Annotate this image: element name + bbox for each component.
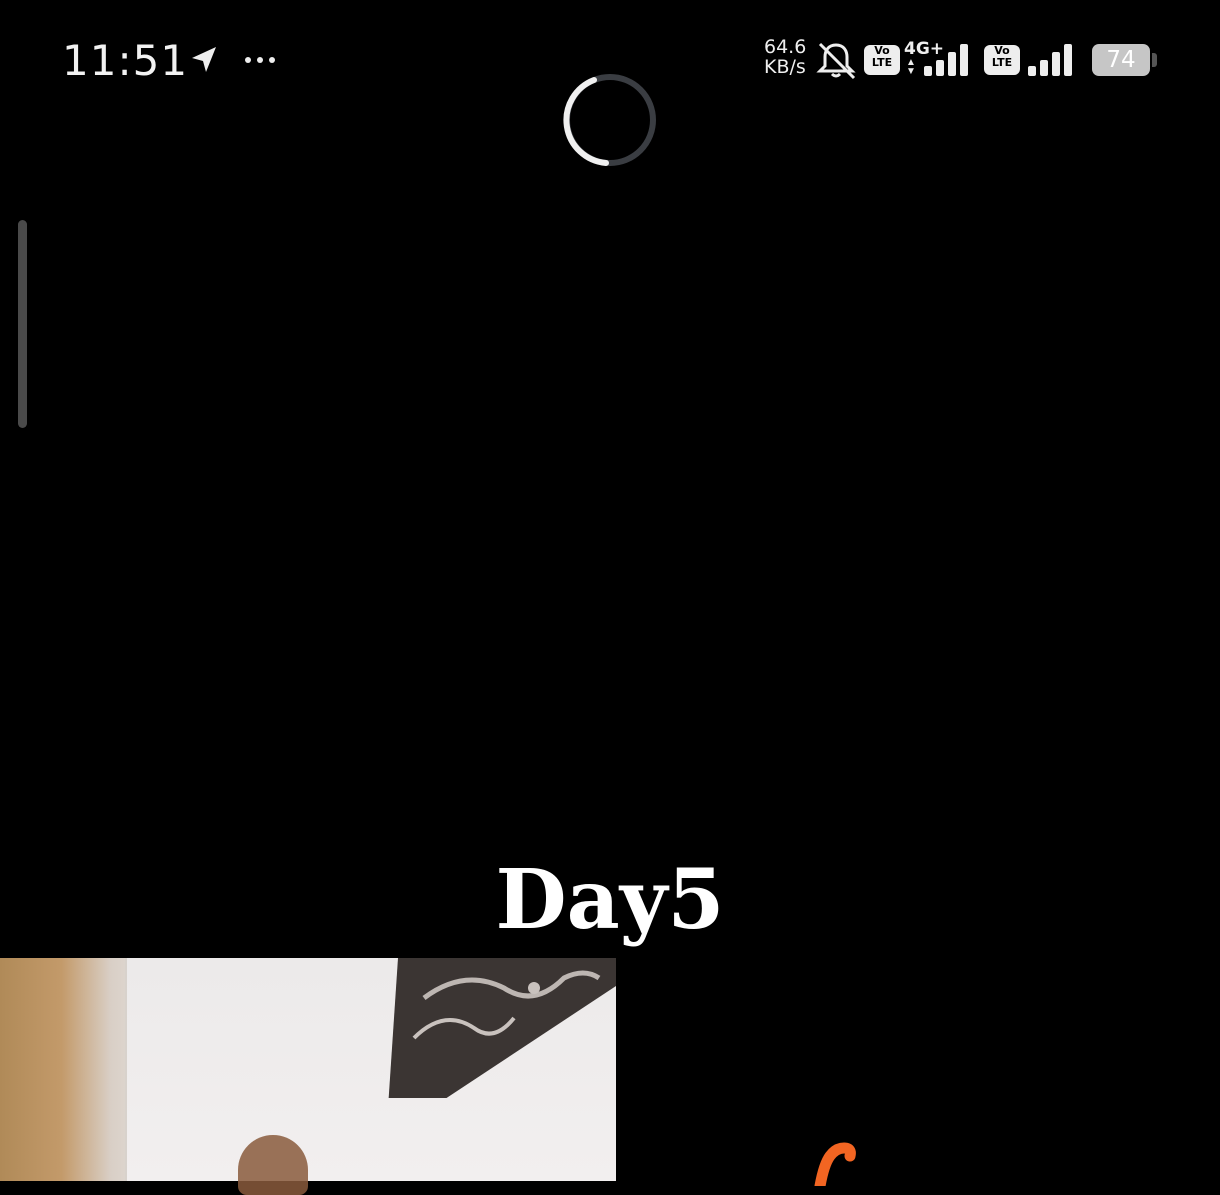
status-time: 11:51 — [62, 36, 189, 85]
signal-icon-sim2 — [1028, 44, 1072, 76]
volte-badge-sim1: Vo LTE — [864, 45, 900, 75]
more-dots-icon — [245, 57, 275, 63]
video-caption: Day5 — [495, 852, 725, 948]
battery-nub — [1152, 53, 1157, 67]
navigation-icon — [192, 47, 216, 72]
data-arrows-icon: ▲ ▼ — [906, 57, 916, 77]
volte-bottom: LTE — [871, 56, 893, 69]
battery-icon: 74 — [1092, 44, 1150, 76]
volte-badge-sim2: Vo LTE — [984, 45, 1020, 75]
network-speed-unit: KB/s — [764, 56, 806, 78]
decorative-triangle-image — [388, 958, 616, 1098]
scroll-handle[interactable] — [18, 220, 27, 428]
loading-spinner-icon — [563, 74, 656, 166]
network-speed: 64.6 KB/s — [764, 37, 806, 77]
orange-mark-shape — [814, 1142, 856, 1186]
signal-icon-sim1 — [924, 44, 968, 76]
mute-bell-icon — [816, 42, 856, 80]
video-frame[interactable] — [0, 958, 616, 1181]
volte-bottom: LTE — [991, 56, 1013, 69]
network-speed-value: 64.6 — [764, 36, 807, 58]
